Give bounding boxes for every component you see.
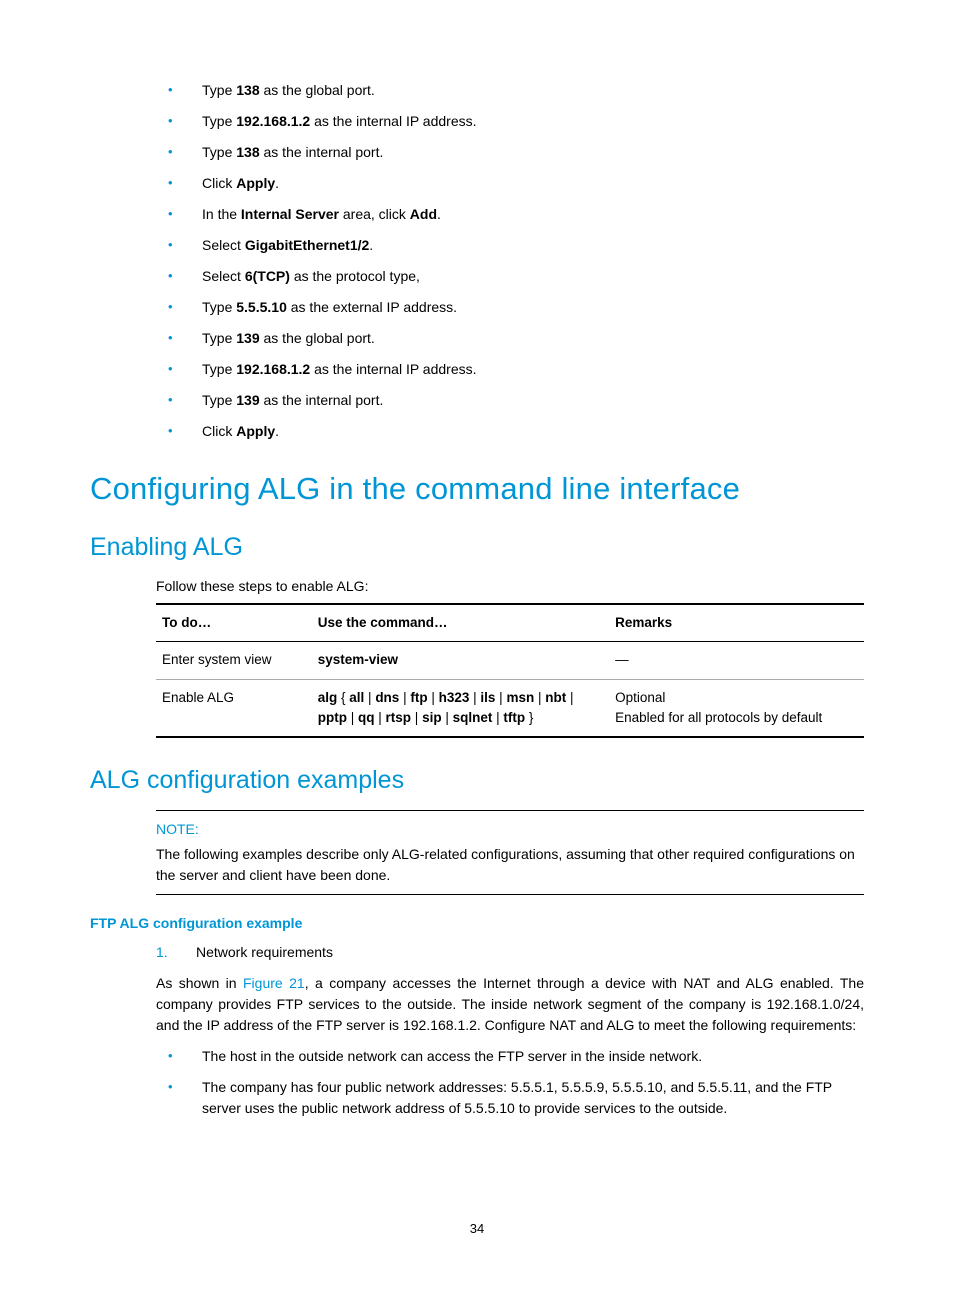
instruction-list: Type 138 as the global port. Type 192.168… [168,80,864,442]
example-paragraph: As shown in Figure 21, a company accesse… [156,973,864,1036]
numbered-item: 1.Network requirements [156,942,864,963]
cell-todo: Enable ALG [156,679,312,737]
figure-link[interactable]: Figure 21 [243,975,305,991]
th-todo: To do… [156,604,312,642]
instruction-item: Type 138 as the internal port. [168,142,864,163]
instruction-item: Type 139 as the global port. [168,328,864,349]
cell-command: system-view [312,642,609,679]
numbered-list: 1.Network requirements [156,942,864,963]
instruction-item: Click Apply. [168,173,864,194]
instruction-item: In the Internal Server area, click Add. [168,204,864,225]
command-table: To do… Use the command… Remarks Enter sy… [156,603,864,738]
heading-ftp-alg-example: FTP ALG configuration example [90,913,864,934]
instruction-item: Select GigabitEthernet1/2. [168,235,864,256]
cell-command: alg { all | dns | ftp | h323 | ils | msn… [312,679,609,737]
requirement-item: The company has four public network addr… [168,1077,864,1119]
page-number: 34 [90,1219,864,1239]
instruction-item: Click Apply. [168,421,864,442]
cell-remarks: OptionalEnabled for all protocols by def… [609,679,864,737]
cell-todo: Enter system view [156,642,312,679]
heading-configuring-alg: Configuring ALG in the command line inte… [90,466,864,513]
instruction-item: Select 6(TCP) as the protocol type, [168,266,864,287]
instruction-item: Type 139 as the internal port. [168,390,864,411]
note-label: NOTE: [156,819,864,840]
heading-alg-examples: ALG configuration examples [90,762,864,800]
note-block: NOTE: The following examples describe on… [156,810,864,895]
requirements-list: The host in the outside network can acce… [168,1046,864,1119]
instruction-item: Type 192.168.1.2 as the internal IP addr… [168,359,864,380]
th-remarks: Remarks [609,604,864,642]
note-text: The following examples describe only ALG… [156,844,864,886]
intro-text: Follow these steps to enable ALG: [156,576,864,597]
instruction-item: Type 5.5.5.10 as the external IP address… [168,297,864,318]
instruction-item: Type 138 as the global port. [168,80,864,101]
cell-remarks: — [609,642,864,679]
requirement-item: The host in the outside network can acce… [168,1046,864,1067]
instruction-item: Type 192.168.1.2 as the internal IP addr… [168,111,864,132]
heading-enabling-alg: Enabling ALG [90,529,864,567]
th-command: Use the command… [312,604,609,642]
